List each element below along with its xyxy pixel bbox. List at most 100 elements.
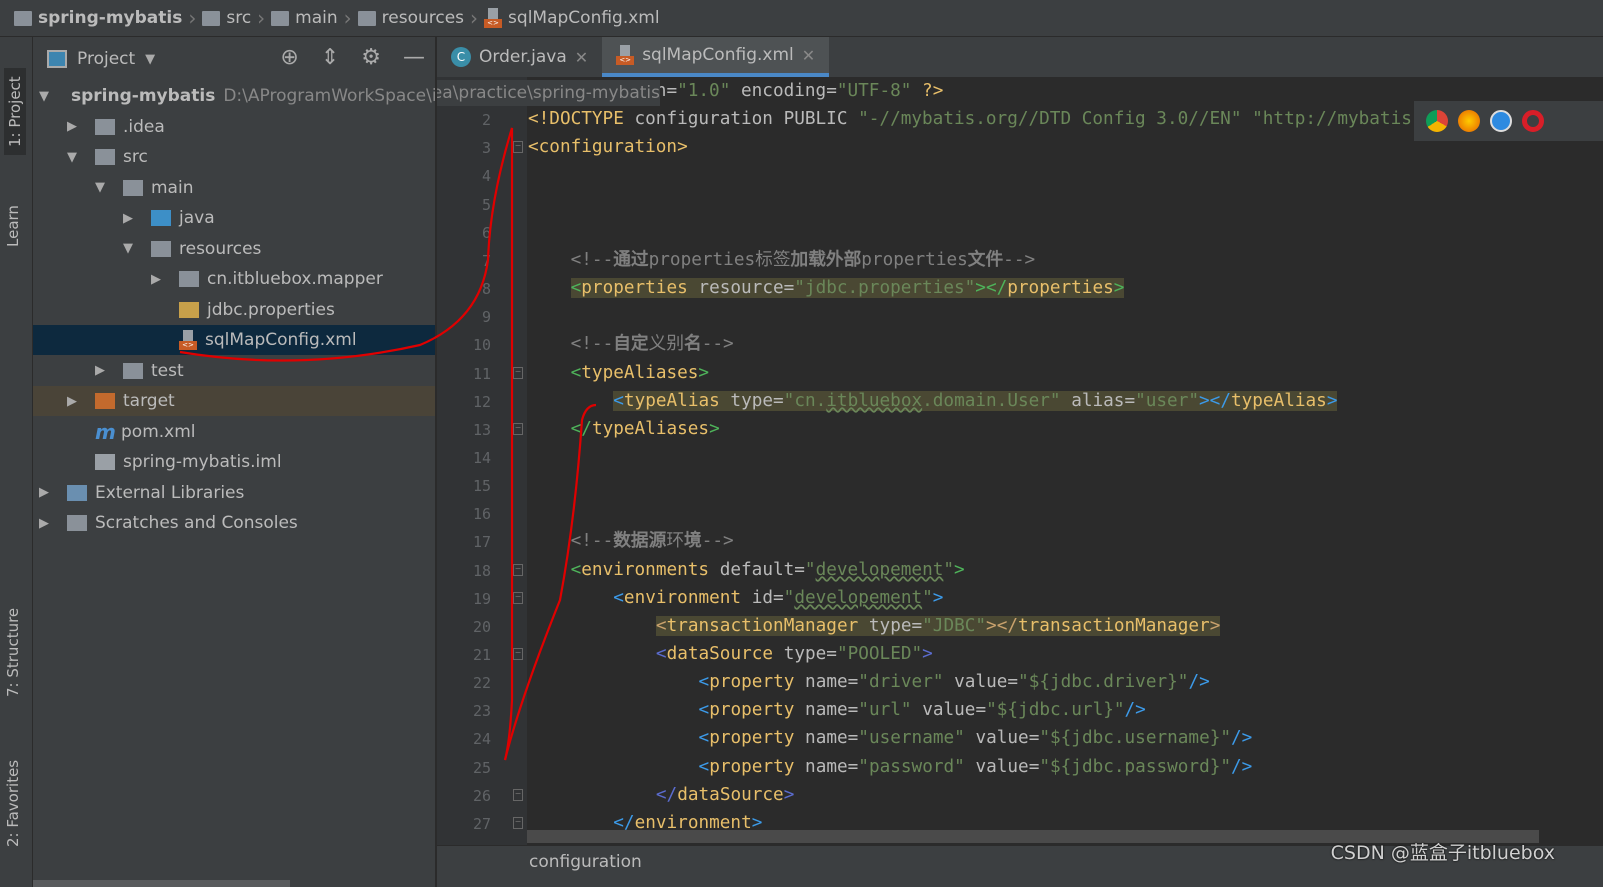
expand-arrow-icon[interactable]: ▶	[39, 516, 53, 531]
tool-project[interactable]: 1: Project	[4, 68, 26, 155]
folder-icon	[271, 10, 290, 26]
tree-item-label: cn.itbluebox.mapper	[207, 269, 383, 289]
status-breadcrumb[interactable]: configuration	[529, 852, 642, 872]
code-token: value=	[943, 672, 1019, 693]
fold-marker-icon[interactable]: −	[513, 648, 523, 660]
gear-icon[interactable]: ⚙	[361, 45, 381, 70]
code-token: "${jdbc.url}"	[986, 700, 1125, 721]
expand-arrow-icon[interactable]: ▶	[123, 211, 137, 226]
close-icon[interactable]: ✕	[802, 46, 815, 65]
folder-icon	[123, 362, 143, 379]
tool-favorites[interactable]: 2: Favorites	[4, 760, 22, 847]
fold-marker-icon[interactable]: −	[513, 591, 523, 604]
code-token: type=	[868, 615, 923, 636]
fold-marker-icon[interactable]: −	[513, 366, 523, 379]
expand-arrow-icon[interactable]: ▼	[67, 150, 81, 165]
project-view-selector[interactable]: Project	[77, 49, 135, 69]
expand-arrow-icon[interactable]: ▶	[39, 485, 53, 500]
tree-item[interactable]: ▶ .idea	[33, 112, 435, 142]
firefox-icon[interactable]	[1458, 110, 1480, 132]
tree-item[interactable]: ▼ src	[33, 142, 435, 172]
expand-arrow-icon[interactable]: ▶	[151, 272, 165, 287]
tree-item[interactable]: m pom.xml	[33, 417, 435, 447]
code-token: <	[570, 362, 582, 383]
code-line: </typeAliases>	[528, 416, 720, 442]
tab-order-java[interactable]: C Order.java ✕	[437, 37, 602, 77]
fold-marker-icon[interactable]: −	[513, 563, 523, 576]
expand-arrow-icon[interactable]: ▼	[123, 241, 137, 256]
tree-item[interactable]: ▶ Scratches and Consoles	[33, 508, 435, 538]
line-number: 16	[472, 505, 491, 524]
chrome-icon[interactable]	[1426, 110, 1448, 132]
tree-item[interactable]: jdbc.properties	[33, 295, 435, 325]
code-editor[interactable]: 2 3−4 5 6 7 8 9 10 11−12 13−14 15 16 17 18−19−20 21−22…	[437, 77, 1603, 845]
code-token: "JDBC"	[922, 615, 987, 636]
tree-item-label: External Libraries	[95, 482, 245, 503]
code-token: transactionManager	[666, 615, 869, 636]
expand-arrow-icon[interactable]: ▶	[67, 119, 81, 134]
code-token: >	[709, 418, 720, 439]
tree-item[interactable]: spring-mybatis.iml	[33, 447, 435, 477]
tree-item[interactable]: ▼ resources	[33, 234, 435, 264]
fold-marker-icon[interactable]: −	[513, 788, 523, 801]
tree-item[interactable]: ▼ spring-mybatis D:\AProgramWorkSpace\idea…	[33, 81, 676, 111]
horizontal-scrollbar[interactable]	[33, 880, 290, 887]
code-token: value=	[964, 756, 1040, 777]
line-number: 22	[472, 674, 491, 693]
collapse-all-icon[interactable]: ⇕	[321, 45, 339, 70]
line-number: 13	[472, 420, 491, 439]
tool-learn[interactable]: Learn	[4, 205, 22, 247]
code-token: "UTF-8"	[836, 81, 912, 101]
breadcrumb-project[interactable]: spring-mybatis	[14, 8, 182, 28]
navigation-bar: spring-mybatis› src› main› resources› sq…	[0, 0, 1603, 37]
locate-icon[interactable]: ⊕	[280, 45, 298, 70]
code-token: "${jdbc.driver}"	[1018, 672, 1189, 693]
expand-arrow-icon[interactable]: ▼	[39, 89, 49, 104]
tree-item[interactable]: sqlMapConfig.xml	[33, 325, 435, 355]
breadcrumb-resources[interactable]: resources	[357, 8, 464, 28]
code-token: ></	[986, 615, 1018, 636]
folder-icon	[95, 118, 115, 135]
folder-icon	[202, 10, 221, 26]
expand-arrow-icon[interactable]: ▼	[95, 180, 109, 195]
code-token: "driver"	[858, 672, 944, 693]
opera-icon[interactable]	[1522, 110, 1544, 132]
tree-item[interactable]: ▶ target	[33, 386, 435, 416]
expand-arrow-icon[interactable]: ▶	[67, 394, 81, 409]
tree-item-label: main	[151, 177, 194, 198]
fold-marker-icon[interactable]: −	[513, 816, 523, 829]
tree-item-label: resources	[179, 238, 262, 259]
code-token: 义别	[648, 334, 685, 355]
close-icon[interactable]: ✕	[575, 48, 588, 67]
chevron-down-icon[interactable]: ▼	[145, 52, 155, 67]
code-token: developement	[794, 587, 923, 608]
breadcrumb-src[interactable]: src	[202, 8, 251, 28]
tree-item[interactable]: ▶ External Libraries	[33, 478, 435, 508]
code-token: property	[709, 700, 806, 721]
tree-item-label: spring-mybatis.iml	[123, 452, 282, 472]
code-line: <property name="url" value="${jdbc.url}"…	[528, 697, 1146, 723]
tree-item[interactable]: ▶ java	[33, 203, 435, 233]
breadcrumb-main[interactable]: main	[271, 8, 338, 28]
breadcrumb-file[interactable]: sqlMapConfig.xml	[484, 8, 660, 28]
code-token: transactionManager	[1018, 615, 1210, 636]
tree-item[interactable]: ▶ cn.itbluebox.mapper	[33, 264, 435, 294]
code-token: ></	[975, 278, 1008, 299]
code-token: "password"	[858, 756, 965, 777]
fold-marker-icon[interactable]: −	[513, 141, 523, 154]
code-token: id=	[751, 587, 784, 608]
code-token: "	[943, 559, 955, 580]
tool-structure[interactable]: 7: Structure	[4, 608, 22, 697]
code-token: -->	[701, 334, 734, 355]
tree-item[interactable]: ▼ main	[33, 173, 435, 203]
hide-icon[interactable]: —	[403, 45, 425, 70]
line-number: 5	[481, 195, 491, 214]
safari-icon[interactable]	[1490, 110, 1512, 132]
expand-arrow-icon[interactable]: ▶	[95, 363, 109, 378]
fold-marker-icon[interactable]: −	[513, 422, 523, 435]
tab-sqlmapconfig-xml[interactable]: sqlMapConfig.xml✕	[602, 37, 830, 77]
code-line: <!--数据源环境-->	[528, 528, 734, 554]
tree-item[interactable]: ▶ test	[33, 356, 435, 386]
code-token: <	[655, 615, 667, 636]
code-token: type=	[730, 390, 784, 411]
